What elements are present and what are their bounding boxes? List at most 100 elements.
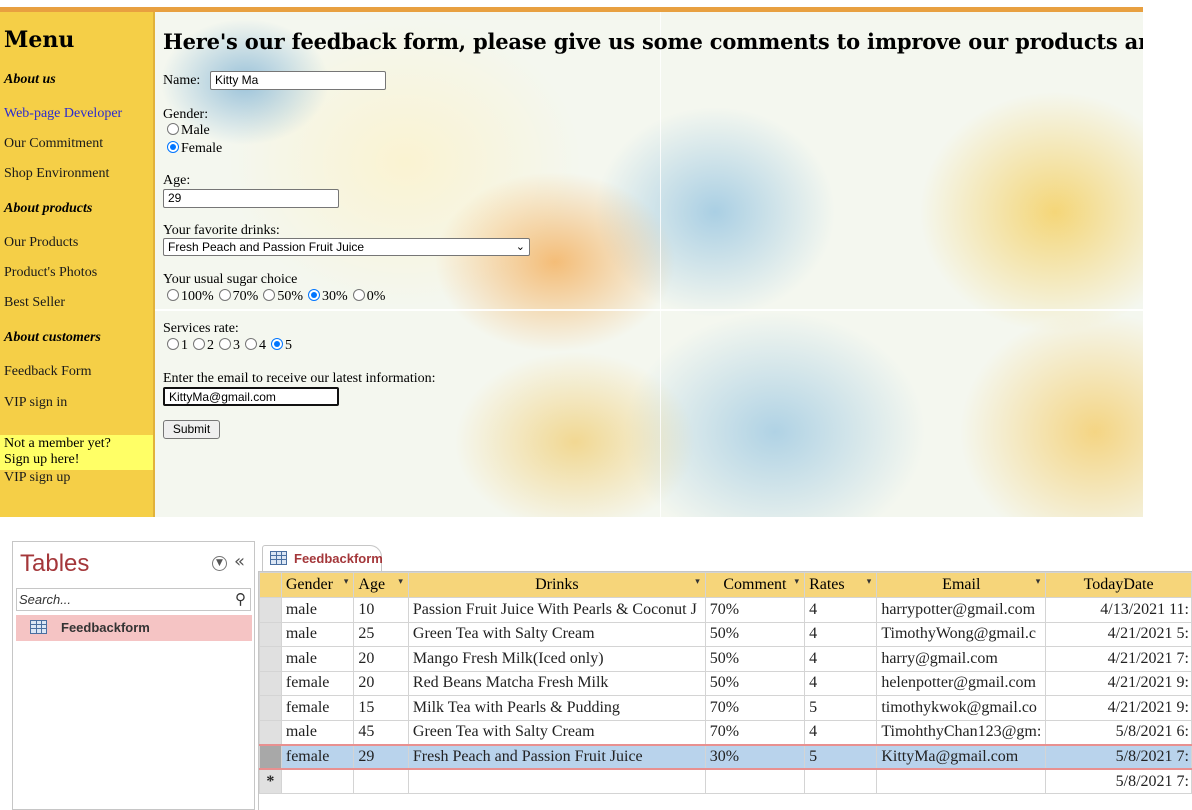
search-icon[interactable]: ⚲ (235, 590, 246, 608)
menu-link-product-s-photos[interactable]: Product's Photos (4, 265, 97, 281)
row-selector[interactable] (259, 744, 282, 770)
table-cell-gender[interactable]: female (280, 695, 355, 721)
table-cell-email[interactable]: TimothyWong@gmail.c (876, 621, 1047, 647)
table-cell-empty[interactable] (353, 768, 409, 794)
column-header-drinks[interactable]: Drinks ▾ (407, 572, 706, 598)
menu-link-feedback-form[interactable]: Feedback Form (4, 364, 91, 380)
rate-option-4[interactable]: 4 (245, 338, 266, 353)
menu-link-vip-sign-up[interactable]: VIP sign up (4, 470, 70, 486)
table-cell-email[interactable]: harrypotter@gmail.com (876, 597, 1047, 623)
table-cell-rates[interactable]: 4 (804, 646, 878, 672)
table-cell-rates[interactable]: 4 (804, 597, 878, 623)
drinks-select[interactable]: Fresh Peach and Passion Fruit Juice ⌄ (163, 238, 530, 256)
table-cell-drinks[interactable]: Green Tea with Salty Cream (407, 719, 706, 745)
column-header-gender[interactable]: Gender ▾ (280, 572, 355, 598)
table-row[interactable]: male 45 Green Tea with Salty Cream 70% 4 Timo… (259, 719, 1192, 745)
row-selector[interactable] (259, 621, 282, 647)
radio-button[interactable] (219, 338, 231, 350)
table-cell-email[interactable]: timothykwok@gmail.co (876, 695, 1047, 721)
chevron-down-icon[interactable]: ▼ (212, 556, 227, 571)
row-selector[interactable] (259, 719, 282, 745)
table-cell-comment[interactable]: 50% (704, 670, 806, 696)
row-selector[interactable] (259, 597, 282, 623)
table-cell-age[interactable]: 20 (353, 646, 409, 672)
table-cell-todaydate[interactable]: 4/21/2021 9: (1045, 695, 1192, 721)
table-cell-empty[interactable] (804, 768, 878, 794)
chevron-down-icon[interactable]: ▾ (795, 577, 800, 587)
table-cell-email[interactable]: harry@gmail.com (876, 646, 1047, 672)
table-cell-age[interactable]: 15 (353, 695, 409, 721)
table-cell-email[interactable]: TimohthyChan123@gm: (876, 719, 1047, 745)
radio-button[interactable] (308, 289, 321, 301)
table-cell-comment[interactable]: 70% (704, 695, 806, 721)
table-cell-comment[interactable]: 30% (704, 744, 806, 770)
menu-link-shop-environment[interactable]: Shop Environment (4, 166, 109, 182)
column-header-comment[interactable]: Comment ▾ (704, 572, 806, 598)
gender-option-female[interactable]: Female (167, 141, 222, 157)
column-header-age[interactable]: Age ▾ (353, 572, 409, 598)
table-cell-comment[interactable]: 50% (704, 646, 806, 672)
table-cell-email[interactable]: helenpotter@gmail.com (876, 670, 1047, 696)
column-header-email[interactable]: Email ▾ (876, 572, 1047, 598)
name-input[interactable]: Kitty Ma (210, 71, 386, 90)
table-cell-todaydate[interactable]: 4/13/2021 11: (1045, 597, 1192, 623)
table-cell-empty[interactable] (280, 768, 355, 794)
row-selector[interactable] (259, 695, 282, 721)
table-cell-age[interactable]: 45 (353, 719, 409, 745)
sugar-option-30pct[interactable]: 30% (308, 289, 348, 304)
rate-option-3[interactable]: 3 (219, 338, 240, 353)
menu-link-web-page-developer[interactable]: Web-page Developer (4, 106, 122, 122)
table-cell-gender[interactable]: male (280, 719, 355, 745)
table-cell-rates[interactable]: 4 (804, 621, 878, 647)
chevron-down-icon[interactable]: ▾ (1036, 577, 1041, 587)
table-cell-todaydate[interactable]: 4/21/2021 7: (1045, 646, 1192, 672)
chevron-down-icon[interactable]: ▾ (398, 577, 403, 587)
table-cell-todaydate[interactable]: 4/21/2021 5: (1045, 621, 1192, 647)
menu-link-our-commitment[interactable]: Our Commitment (4, 136, 103, 152)
table-cell-age[interactable]: 25 (353, 621, 409, 647)
nav-item-feedbackform[interactable]: Feedbackform (16, 615, 252, 641)
radio-button[interactable] (245, 338, 257, 350)
table-row[interactable]: male 10 Passion Fruit Juice With Pearls & … (259, 597, 1192, 623)
radio-button[interactable] (218, 289, 231, 301)
table-cell-email[interactable]: KittyMa@gmail.com (876, 744, 1047, 770)
sugar-option-50pct[interactable]: 50% (263, 289, 303, 304)
gender-option-male[interactable]: Male (167, 123, 210, 139)
table-cell-comment[interactable]: 70% (704, 719, 806, 745)
table-cell-empty[interactable] (876, 768, 1047, 794)
table-cell-todaydate[interactable]: 5/8/2021 6: (1045, 719, 1192, 745)
table-cell-todaydate[interactable]: 5/8/2021 7: (1045, 744, 1192, 770)
radio-button[interactable] (352, 289, 365, 301)
new-record-row[interactable]: * 5/8/2021 7: (259, 768, 1192, 794)
table-cell-gender[interactable]: female (280, 744, 355, 770)
tab-feedbackform[interactable]: Feedbackform (262, 545, 383, 571)
table-cell-drinks[interactable]: Green Tea with Salty Cream (407, 621, 706, 647)
column-header-todaydate[interactable]: TodayDate (1045, 572, 1192, 598)
sugar-option-0pct[interactable]: 0% (352, 289, 385, 304)
nav-search-input[interactable]: Search... ⚲ (16, 588, 251, 611)
table-cell-gender[interactable]: male (280, 597, 355, 623)
table-cell-todaydate[interactable]: 5/8/2021 7: (1045, 768, 1192, 794)
column-header-rates[interactable]: Rates ▾ (804, 572, 878, 598)
chevron-down-icon[interactable]: ▾ (867, 577, 872, 587)
table-cell-rates[interactable]: 5 (804, 695, 878, 721)
row-selector[interactable] (259, 646, 282, 672)
collapse-pane-icon[interactable]: « (234, 551, 245, 572)
table-cell-gender[interactable]: female (280, 670, 355, 696)
radio-button[interactable] (167, 123, 179, 135)
table-cell-drinks[interactable]: Red Beans Matcha Fresh Milk (407, 670, 706, 696)
table-row[interactable]: male 20 Mango Fresh Milk(Iced only) 50% 4 har… (259, 646, 1192, 672)
menu-link-best-seller[interactable]: Best Seller (4, 295, 65, 311)
radio-button[interactable] (263, 289, 276, 301)
table-row[interactable]: female 15 Milk Tea with Pearls & Pudding 70… (259, 695, 1192, 721)
table-cell-empty[interactable] (407, 768, 706, 794)
table-cell-age[interactable]: 10 (353, 597, 409, 623)
table-cell-empty[interactable] (704, 768, 806, 794)
radio-button[interactable] (167, 338, 179, 350)
menu-link-our-products[interactable]: Our Products (4, 235, 78, 251)
table-cell-age[interactable]: 29 (353, 744, 409, 770)
table-row[interactable]: female 29 Fresh Peach and Passion Fruit Ju… (259, 744, 1192, 770)
table-cell-gender[interactable]: male (280, 621, 355, 647)
table-cell-drinks[interactable]: Milk Tea with Pearls & Pudding (407, 695, 706, 721)
chevron-down-icon[interactable]: ▾ (695, 577, 700, 587)
